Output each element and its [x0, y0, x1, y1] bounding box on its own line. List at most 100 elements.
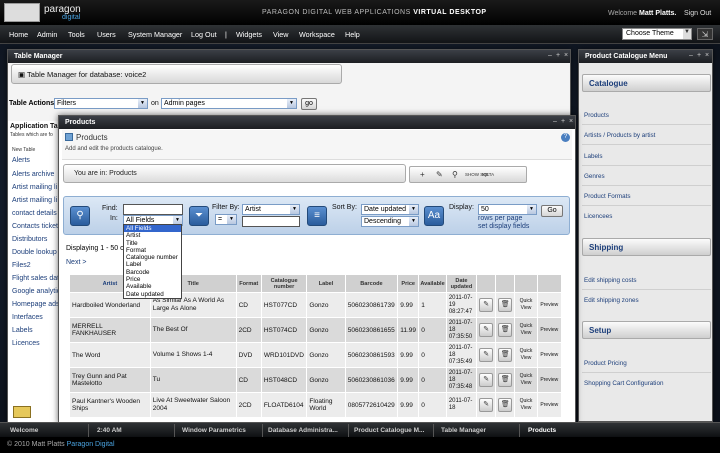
dropdown-option[interactable]: Available	[124, 283, 181, 290]
list-item[interactable]: contact details	[12, 210, 57, 217]
taskbar-product-catalogue[interactable]: Product Catalogue M...	[354, 427, 424, 434]
theme-select[interactable]: Choose Theme	[622, 28, 692, 40]
delete-icon[interactable]: 🗑	[498, 373, 513, 387]
list-item[interactable]: Alerts	[12, 157, 30, 164]
delete-icon[interactable]: 🗑	[498, 398, 513, 412]
delete-icon[interactable]: 🗑	[498, 298, 513, 312]
column-header-catalogue-number[interactable]: Catalogue number	[260, 274, 308, 293]
column-header-date-updated[interactable]: Date updated	[445, 274, 478, 293]
taskbar-table-manager[interactable]: Table Manager	[441, 427, 486, 434]
taskbar-products[interactable]: Products	[528, 427, 556, 434]
edit-icon[interactable]: ✎	[479, 398, 494, 412]
edit-icon[interactable]: ✎	[479, 348, 494, 362]
pages-select[interactable]: Admin pages ▼	[161, 98, 297, 109]
preview-button[interactable]: Preview	[536, 367, 563, 393]
list-item[interactable]: Licences	[12, 340, 40, 347]
quick-view-button[interactable]: Quick View	[514, 342, 538, 368]
filter-operator-select[interactable]: = ▼	[215, 214, 237, 225]
minimize-icon[interactable]: –	[548, 52, 552, 59]
menu-link-artists[interactable]: Artists / Products by artist	[584, 132, 655, 139]
list-item[interactable]: Contacts ticket	[12, 223, 58, 230]
list-item[interactable]: Files2	[12, 262, 31, 269]
menu-tools[interactable]: Tools	[68, 30, 85, 39]
taskbar-database-admin[interactable]: Database Administra...	[268, 427, 338, 434]
menu-link-products[interactable]: Products	[584, 112, 609, 119]
menu-link-shopping-cart-config[interactable]: Shopping Cart Configuration	[584, 380, 663, 387]
set-display-fields-link[interactable]: set display fields	[478, 223, 529, 230]
display-count-select[interactable]: 50 ▼	[478, 204, 537, 215]
menu-users[interactable]: Users	[97, 30, 116, 39]
preview-button[interactable]: Preview	[536, 317, 563, 343]
edit-icon[interactable]: ✎	[479, 323, 494, 337]
fullscreen-icon[interactable]: ⇲	[697, 28, 713, 40]
dropdown-option[interactable]: All Fields	[124, 225, 181, 233]
list-item[interactable]: Artist mailing li	[12, 184, 57, 191]
quick-view-button[interactable]: Quick View	[514, 392, 538, 418]
close-icon[interactable]: ×	[569, 118, 573, 125]
list-item[interactable]: Labels	[12, 327, 33, 334]
list-item[interactable]: Flight sales dat	[12, 275, 59, 282]
menu-view[interactable]: View	[273, 30, 288, 39]
column-header-label[interactable]: Label	[306, 274, 346, 293]
table-row[interactable]: Trey Gunn and Pat Mastelotto Tu CD HST048CD…	[69, 367, 563, 393]
maximize-icon[interactable]: +	[697, 52, 701, 59]
filters-select[interactable]: Filters ▼	[54, 98, 148, 109]
dropdown-option[interactable]: Format	[124, 247, 181, 254]
dropdown-option[interactable]: Barcode	[124, 269, 181, 276]
quick-view-button[interactable]: Quick View	[514, 292, 538, 318]
dropdown-option[interactable]: Catalogue number	[124, 254, 181, 261]
quick-view-button[interactable]: Quick View	[514, 317, 538, 343]
edit-icon[interactable]: ✎	[479, 298, 494, 312]
display-icon[interactable]: Aa	[424, 206, 444, 226]
section-catalogue[interactable]: Catalogue	[582, 74, 711, 92]
table-row[interactable]: Paul Kantner's Wooden Ships Live At Sweet…	[69, 392, 563, 418]
taskbar-welcome[interactable]: Welcome	[10, 427, 38, 434]
search-icon[interactable]: ⚲	[70, 206, 90, 226]
column-header-format[interactable]: Format	[235, 274, 262, 293]
window-title[interactable]: Table Manager	[8, 50, 570, 63]
filter-icon[interactable]: ⏷	[189, 206, 209, 226]
add-icon[interactable]: +	[420, 170, 425, 179]
minimize-icon[interactable]: –	[689, 52, 693, 59]
go-button[interactable]: Go	[541, 205, 563, 217]
list-item[interactable]: Homepage ads	[12, 301, 59, 308]
close-icon[interactable]: ×	[564, 52, 568, 59]
section-shipping[interactable]: Shipping	[582, 238, 711, 256]
menu-workspace[interactable]: Workspace	[299, 30, 335, 39]
preview-button[interactable]: Preview	[536, 292, 563, 318]
dropdown-option[interactable]: Price	[124, 276, 181, 283]
menu-link-shipping-costs[interactable]: Edit shipping costs	[584, 277, 637, 284]
new-table-link[interactable]: New Table	[12, 147, 35, 153]
delete-icon[interactable]: 🗑	[498, 348, 513, 362]
menu-admin[interactable]: Admin	[37, 30, 57, 39]
menu-help[interactable]: Help	[345, 30, 360, 39]
menu-link-product-pricing[interactable]: Product Pricing	[584, 360, 627, 367]
menu-link-genres[interactable]: Genres	[584, 173, 605, 180]
menu-home[interactable]: Home	[9, 30, 28, 39]
sign-out-link[interactable]: Sign Out	[684, 10, 711, 17]
maximize-icon[interactable]: +	[561, 118, 565, 125]
go-button[interactable]: go	[301, 98, 317, 110]
table-row[interactable]: The Word Volume 1 Shows 1-4 DVD WRD101DVD Go…	[69, 342, 563, 368]
filter-value-input[interactable]	[242, 216, 300, 227]
menu-link-product-formats[interactable]: Product Formats	[584, 193, 631, 200]
table-row[interactable]: MERRELL FANKHAUSER The Best Of 2CD HST074CD…	[69, 317, 563, 343]
filter-by-select[interactable]: Artist ▼	[242, 204, 300, 215]
quick-view-button[interactable]: Quick View	[514, 367, 538, 393]
list-item[interactable]: Double lookup t	[12, 249, 61, 256]
sort-icon[interactable]: ≡	[307, 206, 327, 226]
sort-direction-select[interactable]: Descending ▼	[361, 216, 419, 227]
edit-icon[interactable]: ✎	[479, 373, 494, 387]
dropdown-option[interactable]: Title	[124, 240, 181, 247]
menu-system-manager[interactable]: System Manager	[128, 30, 182, 39]
taskbar-window-parametrics[interactable]: Window Parametrics	[182, 427, 246, 434]
in-field-dropdown[interactable]: All Fields Artist Title Format Catalogue…	[123, 224, 182, 299]
preview-button[interactable]: Preview	[536, 392, 563, 418]
maximize-icon[interactable]: +	[556, 52, 560, 59]
edit-icon[interactable]: ✎	[436, 170, 443, 179]
column-header-available[interactable]: Available	[418, 274, 447, 293]
menu-log-out[interactable]: Log Out	[191, 30, 217, 39]
list-item[interactable]: Google analytic	[12, 288, 60, 295]
menu-link-shipping-zones[interactable]: Edit shipping zones	[584, 297, 639, 304]
dropdown-option[interactable]: Date updated	[124, 291, 181, 298]
